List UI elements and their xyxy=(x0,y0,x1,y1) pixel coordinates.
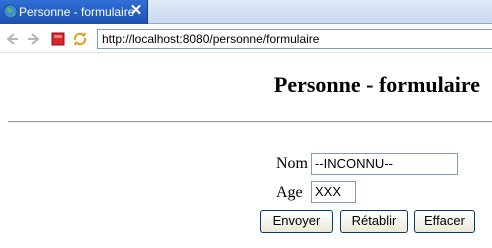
age-label: Age xyxy=(276,184,303,201)
retablir-button[interactable]: Rétablir xyxy=(340,210,408,233)
refresh-icon[interactable] xyxy=(71,30,89,48)
forward-arrow-icon[interactable] xyxy=(25,30,43,48)
back-arrow-icon[interactable] xyxy=(3,30,21,48)
globe-icon xyxy=(3,4,18,19)
tab-personne-formulaire[interactable]: Personne - formulaire ✕ xyxy=(0,0,148,24)
tab-strip: Personne - formulaire ✕ xyxy=(0,0,492,24)
nom-input[interactable]: --INCONNU-- xyxy=(311,153,458,175)
stop-icon[interactable] xyxy=(49,30,67,48)
page-title: Personne - formulaire xyxy=(273,72,480,97)
age-input[interactable]: XXX xyxy=(311,181,356,203)
close-tab-icon[interactable]: ✕ xyxy=(128,2,144,20)
horizontal-rule xyxy=(8,121,492,123)
nom-label: Nom xyxy=(276,155,308,172)
envoyer-button[interactable]: Envoyer xyxy=(260,210,333,233)
url-input[interactable]: http://localhost:8080/personne/formulair… xyxy=(97,29,492,49)
navigation-toolbar: http://localhost:8080/personne/formulair… xyxy=(0,25,492,53)
tab-title: Personne - formulaire xyxy=(19,5,135,19)
effacer-button[interactable]: Effacer xyxy=(414,210,475,233)
